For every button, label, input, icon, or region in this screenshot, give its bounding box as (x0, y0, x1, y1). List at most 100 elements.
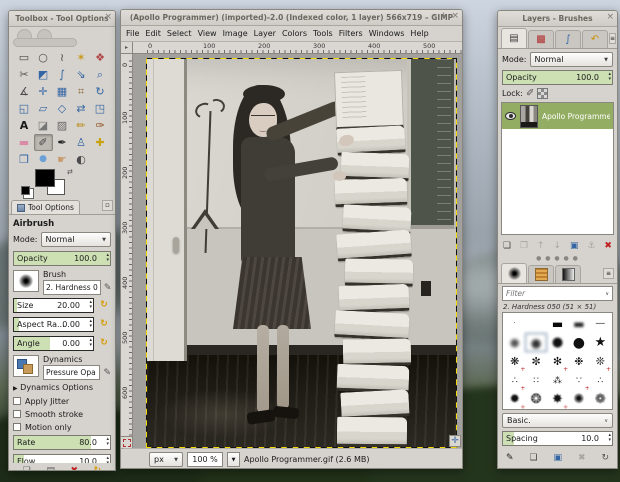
close-icon[interactable]: × (606, 12, 614, 22)
edit-dynamics-icon[interactable]: ✎ (103, 368, 111, 378)
brush-filter-input[interactable] (506, 289, 605, 298)
new-layer-group-button[interactable]: ❐ (520, 241, 528, 251)
menu-item[interactable]: Edit (142, 28, 164, 39)
angle-slider[interactable]: Angle 0.00 ▴▾ (13, 336, 94, 351)
tool-perspective-clone[interactable]: ❐ (15, 151, 34, 168)
tool-eraser[interactable]: ▬ (15, 134, 34, 151)
brush-star[interactable]: ★ (590, 333, 611, 352)
vertical-ruler[interactable]: 0100200300400500600700 (121, 54, 133, 448)
dockable-menu-button[interactable]: ≡ (603, 268, 614, 279)
brush-texture-4[interactable]: ✺ (568, 390, 589, 409)
brush-hardness-100[interactable]: ● (568, 333, 589, 352)
spinner[interactable]: ▴▾ (106, 253, 109, 263)
close-icon[interactable]: × (451, 11, 459, 21)
brush-acrylic-4[interactable]: ❉ (568, 352, 589, 371)
brush-chalk-4[interactable]: ✿ (568, 409, 589, 410)
tab-paths[interactable]: ∫ (555, 30, 581, 48)
brush-acrylic-3[interactable]: ✻ (547, 352, 568, 371)
edit-brush-icon[interactable]: ✎ (104, 283, 112, 293)
quick-mask-toggle[interactable] (121, 436, 133, 448)
checkbox-icon[interactable] (13, 397, 21, 405)
tool-flip[interactable]: ⇄ (72, 100, 91, 117)
ruler-corner-menu-button[interactable]: ▸ (121, 42, 133, 54)
spinner[interactable]: ▴▾ (608, 72, 611, 82)
refresh-brushes-button[interactable]: ↻ (601, 453, 609, 463)
tool-paintbrush[interactable]: ✑ (91, 117, 110, 134)
zoom-entry[interactable]: 100 % (187, 452, 223, 467)
tool-crop[interactable]: ⌗ (72, 83, 91, 100)
option-checkbox[interactable]: Motion only (13, 421, 111, 433)
tool-bucket-fill[interactable]: ◪ (34, 117, 53, 134)
zoom-dropdown-button[interactable]: ▼ (227, 452, 240, 467)
reset-tool-options-button[interactable]: ↻ (94, 466, 102, 471)
tool-gradient[interactable]: ▨ (53, 117, 72, 134)
menu-item[interactable]: Image (220, 28, 251, 39)
brush-block-01[interactable]: ▬ (547, 314, 568, 333)
brush-hardness-075[interactable]: ● (547, 333, 568, 352)
layer-row[interactable]: Apollo Programme (502, 103, 613, 129)
new-layer-button[interactable]: ❏ (503, 241, 511, 251)
menu-item[interactable]: Colors (279, 28, 310, 39)
visibility-eye-icon[interactable] (505, 112, 516, 120)
tool-fuzzy-select[interactable]: ✶ (72, 49, 91, 66)
tab-brushes[interactable] (501, 263, 527, 283)
anchor-layer-button[interactable]: ⚓ (587, 241, 595, 251)
tool-pencil[interactable]: ✏ (72, 117, 91, 134)
delete-tool-preset-button[interactable]: ✖ (71, 466, 79, 471)
default-colors-icon[interactable] (21, 186, 30, 195)
duplicate-brush-button[interactable]: ▣ (554, 453, 563, 463)
tool-ink[interactable]: ✒ (53, 134, 72, 151)
canvas-image[interactable] (147, 59, 456, 447)
reset-size-button[interactable]: ↻ (97, 298, 111, 312)
menu-item[interactable]: Filters (336, 28, 366, 39)
lock-pixels-icon[interactable]: ✐ (526, 88, 534, 99)
delete-layer-button[interactable]: ✖ (604, 241, 612, 251)
brush-texture-2[interactable]: ❂ (525, 390, 546, 409)
flow-slider[interactable]: Flow 10.0 ▴▾ (13, 454, 111, 463)
lower-layer-button[interactable]: ↓ (553, 241, 561, 251)
brush-spacer[interactable] (525, 314, 546, 333)
dock-splitter[interactable]: ● ● ● ● ● (498, 255, 617, 262)
foreground-color-swatch[interactable] (35, 169, 55, 187)
tool-paths[interactable]: ∫ (53, 66, 72, 83)
layer-name[interactable]: Apollo Programme (542, 112, 610, 121)
tab-patterns[interactable] (528, 265, 554, 283)
dockable-menu-button[interactable]: ▫ (102, 200, 113, 211)
tool-scissors-select[interactable]: ✂ (15, 66, 34, 83)
layer-thumbnail[interactable] (520, 105, 538, 128)
checkbox-icon[interactable] (13, 410, 21, 418)
brush-texture-1[interactable]: ✹ (504, 390, 525, 409)
tool-perspective[interactable]: ◇ (53, 100, 72, 117)
tool-cage-transform[interactable]: ◳ (91, 100, 110, 117)
tool-clone[interactable]: ♙ (72, 134, 91, 151)
opacity-slider[interactable]: Opacity 100.0 ▴▾ (13, 251, 111, 266)
brush-thumbnail-button[interactable] (13, 270, 39, 292)
brush-block-02[interactable]: ▬ (568, 314, 589, 333)
save-tool-preset-button[interactable]: ❏ (23, 466, 31, 471)
tool-text[interactable]: A (15, 117, 34, 134)
tab-undo-history[interactable]: ↶ (582, 30, 608, 48)
aspect-ratio-slider[interactable]: Aspect Ra... 0.00 ▴▾ (13, 317, 94, 332)
minimize-icon[interactable]: – (431, 11, 436, 21)
brush-cell-2[interactable]: ∷ (525, 371, 546, 390)
menu-item[interactable]: Help (407, 28, 431, 39)
layers-titlebar[interactable]: Layers - Brushes × (498, 11, 617, 27)
tool-smudge[interactable]: ☛ (53, 151, 72, 168)
toolbox-titlebar[interactable]: Toolbox - Tool Options × (9, 11, 115, 27)
reset-aspect-button[interactable]: ↻ (97, 317, 111, 331)
duplicate-layer-button[interactable]: ▣ (570, 241, 579, 251)
brush-acrylic-2[interactable]: ✼ (525, 352, 546, 371)
tab-gradients[interactable] (555, 265, 581, 283)
tab-layers[interactable]: ▤ (501, 28, 527, 48)
option-checkbox[interactable]: Apply Jitter (13, 395, 111, 407)
new-brush-button[interactable]: ❏ (529, 453, 537, 463)
spinner[interactable]: ▴▾ (106, 456, 109, 463)
tool-move[interactable]: ✛ (34, 83, 53, 100)
delete-brush-button[interactable]: ✖ (578, 453, 586, 463)
spinner[interactable]: ▴▾ (89, 300, 92, 310)
navigation-button[interactable]: ✛ (449, 435, 461, 447)
unit-dropdown[interactable]: px ▼ (149, 452, 183, 467)
tab-tool-options[interactable]: Tool Options (11, 200, 80, 214)
brush-hardness-025[interactable]: ● (504, 333, 525, 352)
layer-opacity-slider[interactable]: Opacity 100.0 ▴▾ (502, 70, 613, 85)
